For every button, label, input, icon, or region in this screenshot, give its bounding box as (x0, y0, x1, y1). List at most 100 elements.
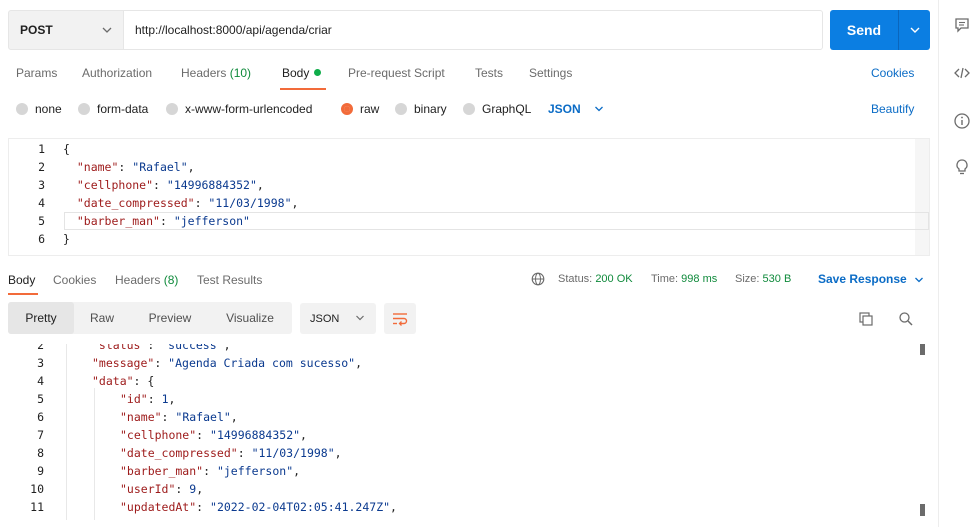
tab-tests[interactable]: Tests (475, 66, 503, 80)
time-info[interactable]: Time: 998 ms (651, 273, 717, 285)
json-separator: : (147, 392, 162, 406)
globe-icon[interactable] (531, 272, 545, 286)
radio-raw[interactable]: raw (341, 102, 379, 116)
info-icon[interactable] (953, 112, 971, 130)
resp-headers-count: (8) (163, 273, 179, 287)
radio-circle-selected (341, 103, 353, 115)
line-number: 6 (37, 410, 44, 424)
json-separator: : (153, 178, 167, 192)
send-button-group: Send (830, 10, 930, 50)
response-format-select[interactable]: JSON (300, 303, 376, 334)
code-line: "cellphone": "14996884352", (120, 426, 307, 444)
tab-authorization[interactable]: Authorization (82, 66, 152, 80)
response-scrollbar[interactable] (919, 344, 927, 520)
radio-circle (166, 103, 178, 115)
request-body-editor[interactable]: 1 {2 "name": "Rafael", 3 "cellphone": "149… (8, 138, 930, 256)
line-number: 2 (37, 344, 44, 352)
radio-graphql[interactable]: GraphQL (463, 102, 531, 116)
size-info[interactable]: Size: 530 B (735, 273, 791, 285)
resp-tab-headers[interactable]: Headers (8) (115, 273, 178, 287)
json-separator: : (194, 196, 209, 210)
view-pretty-button[interactable]: Pretty (8, 302, 74, 334)
radio-form-data[interactable]: form-data (78, 102, 148, 116)
code-line: "cellphone": "14996884352", (63, 176, 264, 194)
comment-icon[interactable] (953, 16, 971, 34)
method-select[interactable]: POST (8, 10, 124, 50)
tab-settings[interactable]: Settings (529, 66, 572, 80)
resp-tab-body[interactable]: Body (8, 273, 35, 287)
send-button[interactable]: Send (830, 10, 898, 50)
line-number: 6 (38, 232, 45, 246)
code-line: "data": { (92, 372, 154, 390)
radio-circle (395, 103, 407, 115)
bulb-icon[interactable] (953, 158, 971, 176)
json-value: "11/03/1998" (208, 196, 292, 210)
status-info[interactable]: Status: 200 OK (558, 273, 633, 285)
tab-pre-request-script[interactable]: Pre-request Script (348, 66, 445, 80)
tab-params[interactable]: Params (16, 66, 57, 80)
view-preview-button[interactable]: Preview (130, 302, 210, 334)
json-punct: , (300, 428, 307, 442)
tab-body[interactable]: Body (282, 66, 322, 80)
radio-label: none (35, 102, 62, 116)
code-line: "name": "Rafael", (63, 158, 195, 176)
line-number: 3 (38, 178, 45, 192)
url-input[interactable]: http://localhost:8000/api/agenda/criar (123, 10, 823, 50)
json-key: "userId" (120, 482, 176, 496)
json-punct: , (196, 482, 204, 496)
body-indicator-dot (314, 69, 322, 76)
code-icon[interactable] (953, 64, 971, 82)
code-line: "userId": 9, (120, 480, 203, 498)
tab-headers-label: Headers (181, 66, 227, 80)
time-value: 998 ms (681, 273, 718, 285)
json-separator: : (196, 500, 211, 514)
radio-binary[interactable]: binary (395, 102, 447, 116)
json-punct: , (291, 196, 299, 210)
json-value: "14996884352" (166, 178, 257, 192)
response-body[interactable]: 2 "status": "success", 3 "message": "Agenda… (8, 344, 930, 520)
wrap-lines-button[interactable] (384, 303, 416, 334)
line-number: 5 (37, 392, 44, 406)
cookies-link[interactable]: Cookies (871, 66, 914, 80)
editor-scrollbar[interactable] (915, 139, 929, 255)
resp-tab-cookies[interactable]: Cookies (53, 273, 96, 287)
radio-urlencoded[interactable]: x-www-form-urlencoded (166, 102, 312, 116)
code-line: "status": "success", (92, 344, 231, 354)
right-sidebar (938, 0, 975, 527)
json-separator: : (175, 482, 190, 496)
resp-tab-test-results[interactable]: Test Results (197, 273, 262, 287)
json-punct: , (293, 464, 301, 478)
active-tab-underline (280, 88, 326, 90)
code-line: "barber_man": "jefferson" (63, 212, 250, 230)
json-key: "date_compressed" (76, 196, 195, 210)
view-visualize-button[interactable]: Visualize (210, 302, 290, 334)
tab-headers[interactable]: Headers (10) (181, 66, 251, 80)
language-select[interactable]: JSON (548, 102, 581, 116)
radio-none[interactable]: none (16, 102, 62, 116)
send-options-button[interactable] (899, 10, 930, 50)
copy-icon[interactable] (858, 311, 874, 327)
request-tabs: Params Authorization Headers (10) Body P… (0, 62, 938, 86)
line-number: 5 (38, 214, 45, 228)
code-line: "date_compressed": "11/03/1998", (120, 444, 342, 462)
json-punct: , (256, 178, 264, 192)
search-icon[interactable] (898, 311, 914, 327)
code-line: "updatedAt": "2022-02-04T02:05:41.247Z", (120, 498, 397, 516)
code-line: "message": "Agenda Criada com sucesso", (92, 354, 362, 372)
chevron-down-icon (102, 27, 112, 33)
chevron-down-icon[interactable] (594, 104, 604, 114)
beautify-link[interactable]: Beautify (871, 102, 914, 116)
code-line: "id": 1, (120, 390, 175, 408)
chevron-down-icon[interactable] (914, 275, 924, 285)
json-key: "cellphone" (120, 428, 197, 442)
json-punct: , (334, 446, 342, 460)
view-raw-button[interactable]: Raw (74, 302, 130, 334)
save-response-button[interactable]: Save Response (818, 272, 907, 286)
code-line: { (63, 140, 70, 158)
json-separator: : (196, 428, 211, 442)
size-value: 530 B (762, 273, 792, 285)
radio-label: binary (414, 102, 447, 116)
json-punct: , (355, 356, 363, 370)
